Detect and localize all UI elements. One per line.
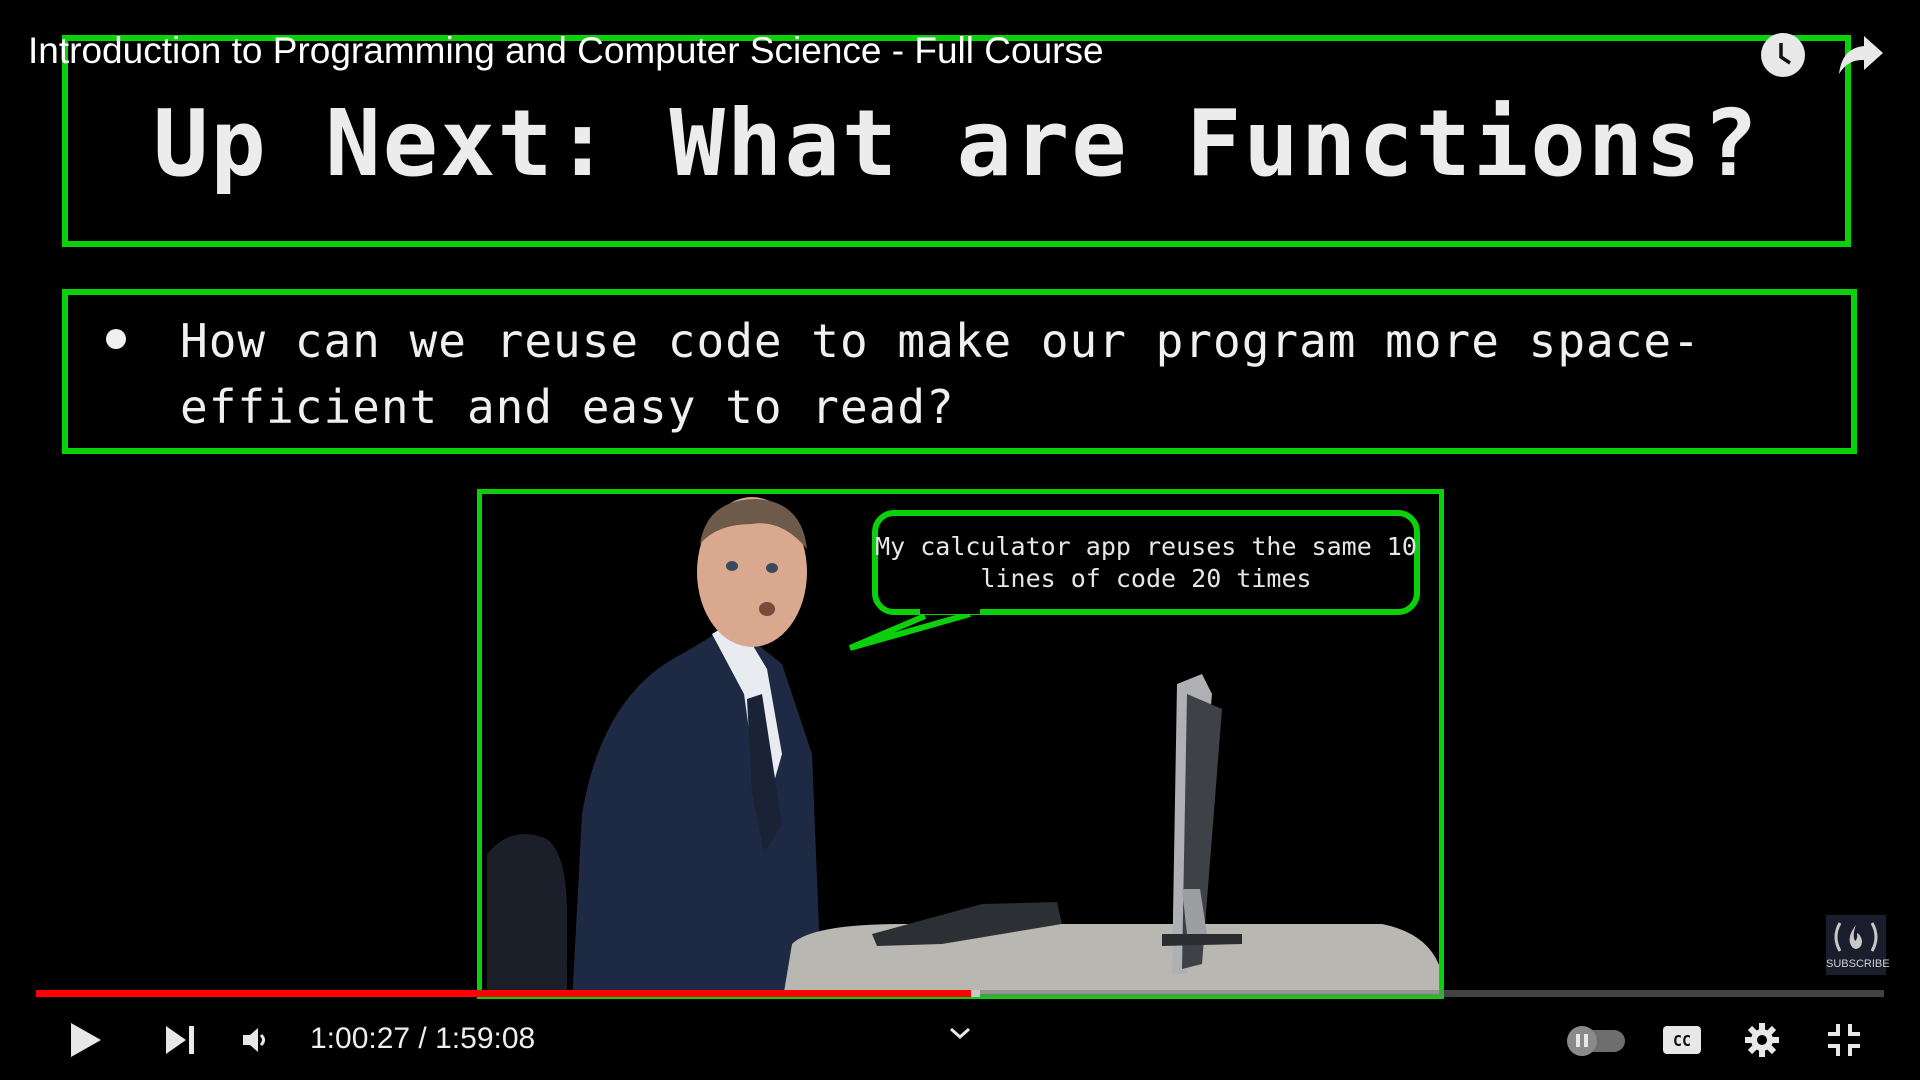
speech-bubble-text: My calculator app reuses the same 10 lin… bbox=[875, 532, 1417, 593]
current-time: 1:00:27 bbox=[310, 1022, 411, 1055]
autoplay-toggle[interactable] bbox=[1564, 1016, 1628, 1064]
video-title[interactable]: Introduction to Programming and Computer… bbox=[28, 30, 1104, 72]
chevron-down-icon bbox=[950, 1027, 970, 1040]
play-icon bbox=[71, 1023, 101, 1057]
autoplay-toggle-icon bbox=[1567, 1026, 1625, 1056]
play-button[interactable] bbox=[62, 1016, 110, 1064]
chair-shape bbox=[487, 834, 567, 994]
freecodecamp-logo-icon bbox=[1834, 922, 1878, 952]
next-button[interactable] bbox=[156, 1016, 204, 1064]
watch-later-button[interactable] bbox=[1760, 32, 1806, 78]
clock-icon bbox=[1761, 33, 1805, 77]
gear-icon bbox=[1745, 1023, 1779, 1057]
mute-button[interactable] bbox=[232, 1016, 280, 1064]
suit-shape bbox=[572, 624, 822, 994]
time-display: 1:00:27 / 1:59:08 bbox=[310, 1022, 535, 1056]
exit-fullscreen-button[interactable] bbox=[1820, 1016, 1868, 1064]
progress-buffered bbox=[971, 990, 981, 997]
slide-bullet-text: How can we reuse code to make our progra… bbox=[180, 314, 1701, 434]
volume-icon bbox=[243, 1028, 265, 1052]
speech-bubble-tail bbox=[848, 608, 980, 651]
captions-button[interactable]: CC bbox=[1658, 1016, 1706, 1064]
cc-icon: CC bbox=[1663, 1026, 1701, 1054]
settings-button[interactable] bbox=[1738, 1016, 1786, 1064]
skip-next-icon bbox=[166, 1026, 194, 1054]
progress-played bbox=[36, 990, 972, 997]
chapters-button[interactable] bbox=[945, 1022, 975, 1046]
share-arrow-icon bbox=[1839, 36, 1883, 74]
bullet-icon bbox=[106, 329, 126, 349]
svg-text:CC: CC bbox=[1673, 1032, 1691, 1050]
slide-heading: Up Next: What are Functions? bbox=[153, 90, 1760, 197]
time-separator: / bbox=[410, 1022, 436, 1055]
exit-fullscreen-icon bbox=[1828, 1024, 1860, 1056]
duration: 1:59:08 bbox=[435, 1022, 536, 1055]
subscribe-label: SUBSCRIBE bbox=[1826, 958, 1890, 970]
share-button[interactable] bbox=[1838, 34, 1884, 76]
